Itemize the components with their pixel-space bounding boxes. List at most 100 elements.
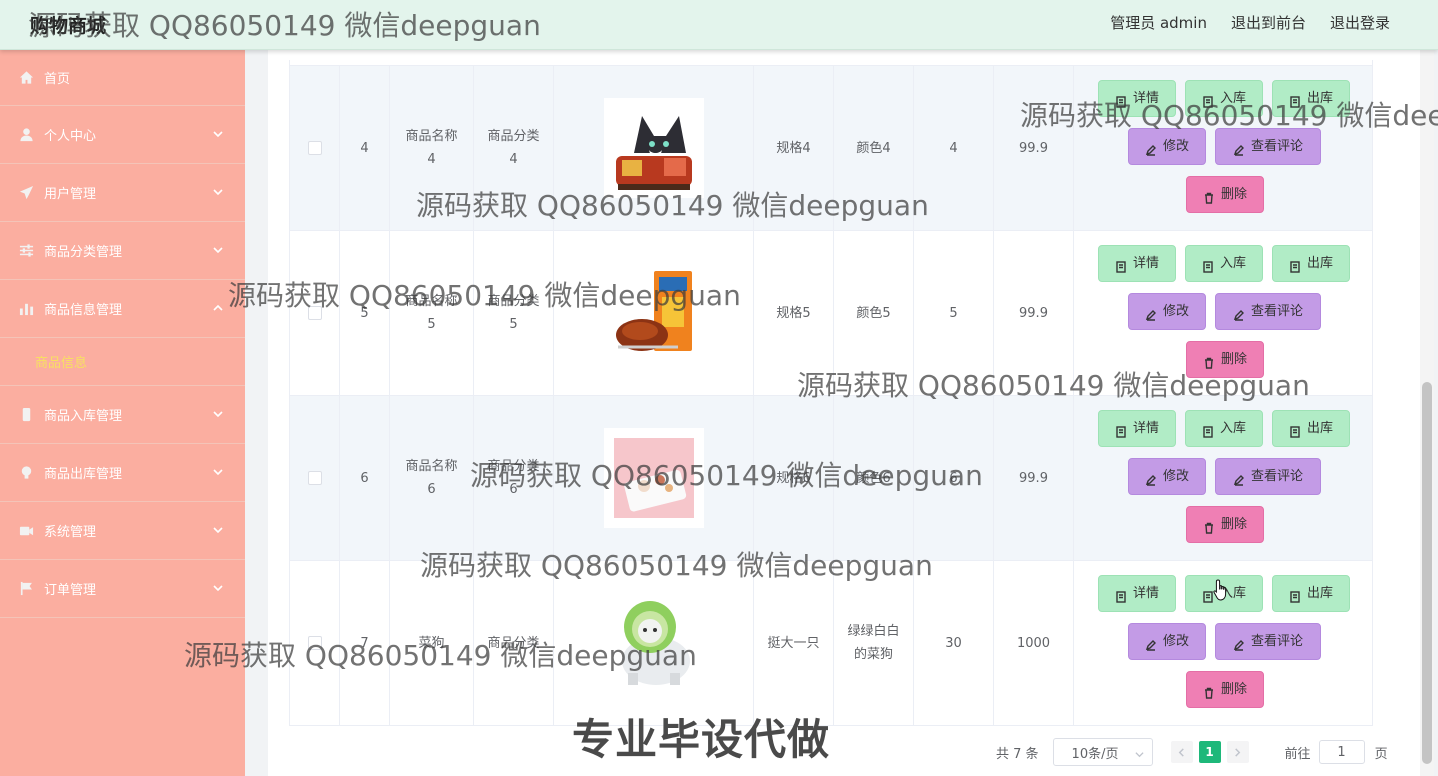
top-nav: 管理员 admin 退出到前台 退出登录 [1110, 12, 1390, 33]
sidebar-item-label: 商品出库管理 [44, 467, 123, 482]
sidebar-item-product-info-management[interactable]: 商品信息管理 [0, 280, 245, 338]
sidebar-item-stock-in-management[interactable]: 商品入库管理 [0, 386, 245, 444]
pencil-icon [1145, 306, 1157, 321]
delete-button[interactable]: 删除 [1186, 176, 1264, 213]
document-icon [1115, 258, 1127, 273]
product-price: 99.9 [994, 396, 1074, 560]
product-stock: 30 [914, 561, 994, 725]
table-row: 4 商品名称4 商品分类4 规格4 颜色4 4 99.9 详情 入库 出库 修改… [290, 66, 1372, 231]
user-icon [18, 127, 34, 143]
document-icon [1115, 93, 1127, 108]
stock-out-button[interactable]: 出库 [1272, 245, 1350, 282]
delete-button[interactable]: 删除 [1186, 506, 1264, 543]
pencil-icon [1233, 471, 1245, 486]
edit-button[interactable]: 修改 [1128, 293, 1206, 330]
product-name: 商品名称4 [390, 66, 474, 230]
edit-button[interactable]: 修改 [1128, 623, 1206, 660]
row-index: 7 [340, 561, 390, 725]
edit-button[interactable]: 修改 [1128, 458, 1206, 495]
product-stock: 4 [914, 66, 994, 230]
page-suffix: 页 [1374, 746, 1388, 762]
sidebar-item-system-management[interactable]: 系统管理 [0, 502, 245, 560]
next-page-button[interactable] [1226, 741, 1249, 763]
stock-in-button[interactable]: 入库 [1185, 80, 1263, 117]
document-icon [1289, 258, 1301, 273]
scrollbar-thumb[interactable] [1422, 382, 1432, 764]
vertical-scrollbar[interactable] [1420, 50, 1434, 776]
camera-icon [18, 523, 34, 539]
product-color: 颜色4 [834, 66, 914, 230]
logout-link[interactable]: 退出登录 [1330, 12, 1390, 33]
watermark-banner: 专业毕设代做 [572, 715, 831, 764]
pencil-icon [1233, 141, 1245, 156]
stock-out-button[interactable]: 出库 [1272, 80, 1350, 117]
bulb-icon [18, 465, 34, 481]
sidebar-item-personal-center[interactable]: 个人中心 [0, 106, 245, 164]
pencil-icon [1233, 306, 1245, 321]
stock-in-button[interactable]: 入库 [1185, 410, 1263, 447]
trash-icon [1203, 519, 1215, 534]
goto-label: 前往 [1284, 746, 1311, 762]
row-checkbox[interactable] [307, 306, 322, 320]
product-spec: 挺大一只 [754, 561, 834, 725]
page-size-select[interactable]: 10条/页 [1052, 738, 1153, 766]
admin-user-label: 管理员 admin [1110, 14, 1207, 32]
document-icon [1289, 93, 1301, 108]
pagination-total: 共 7 条 [996, 746, 1039, 762]
phone-icon [18, 407, 34, 423]
product-image [603, 263, 704, 363]
flag-icon [18, 581, 34, 597]
sliders-icon [18, 243, 34, 259]
detail-button[interactable]: 详情 [1098, 575, 1176, 612]
delete-button[interactable]: 删除 [1186, 341, 1264, 378]
row-checkbox[interactable] [307, 471, 322, 485]
sidebar-item-label: 系统管理 [44, 525, 97, 540]
row-checkbox[interactable] [307, 636, 322, 650]
sidebar-item-order-management[interactable]: 订单管理 [0, 560, 245, 618]
view-comments-button[interactable]: 查看评论 [1215, 458, 1321, 495]
stock-out-button[interactable]: 出库 [1272, 410, 1350, 447]
stock-out-button[interactable]: 出库 [1272, 575, 1350, 612]
document-icon [1115, 588, 1127, 603]
document-icon [1202, 93, 1214, 108]
detail-button[interactable]: 详情 [1098, 245, 1176, 282]
chevron-down-icon [213, 128, 223, 138]
bar-chart-icon [18, 301, 34, 317]
product-color: 绿绿白白的菜狗 [834, 561, 914, 725]
sidebar-item-category-management[interactable]: 商品分类管理 [0, 222, 245, 280]
edit-button[interactable]: 修改 [1128, 128, 1206, 165]
row-index: 6 [340, 396, 390, 560]
sidebar-item-label: 商品信息管理 [44, 303, 123, 318]
view-comments-button[interactable]: 查看评论 [1215, 623, 1321, 660]
trash-icon [1203, 354, 1215, 369]
page-number-active[interactable]: 1 [1198, 741, 1221, 763]
detail-button[interactable]: 详情 [1098, 410, 1176, 447]
sidebar-item-stock-out-management[interactable]: 商品出库管理 [0, 444, 245, 502]
view-comments-button[interactable]: 查看评论 [1215, 293, 1321, 330]
chevron-down-icon [213, 244, 223, 254]
goto-page-input[interactable]: 1 [1318, 740, 1365, 764]
product-spec: 规格5 [754, 231, 834, 395]
top-header: 购物商城 管理员 admin 退出到前台 退出登录 [0, 0, 1438, 50]
table-row: 5 商品名称5 商品分类5 规格5 颜色5 5 99.9 详情 入库 出库 修改… [290, 231, 1372, 396]
sidebar-item-user-management[interactable]: 用户管理 [0, 164, 245, 222]
product-spec: 规格6 [754, 396, 834, 560]
chevron-down-icon [213, 524, 223, 534]
product-table: 4 商品名称4 商品分类4 规格4 颜色4 4 99.9 详情 入库 出库 修改… [289, 60, 1373, 726]
view-comments-button[interactable]: 查看评论 [1215, 128, 1321, 165]
document-icon [1289, 423, 1301, 438]
product-color: 颜色5 [834, 231, 914, 395]
sidebar-item-label: 商品分类管理 [44, 245, 123, 260]
delete-button[interactable]: 删除 [1186, 671, 1264, 708]
row-index: 4 [340, 66, 390, 230]
product-image [603, 428, 704, 528]
main-content: 4 商品名称4 商品分类4 规格4 颜色4 4 99.9 详情 入库 出库 修改… [268, 50, 1420, 776]
sidebar-subitem-product-info[interactable]: 商品信息 [0, 338, 245, 386]
pagination: 共 7 条 10条/页 1 前往 1 页 [996, 738, 1388, 766]
stock-in-button[interactable]: 入库 [1185, 245, 1263, 282]
exit-to-front-link[interactable]: 退出到前台 [1231, 12, 1306, 33]
detail-button[interactable]: 详情 [1098, 80, 1176, 117]
row-checkbox[interactable] [307, 141, 322, 155]
prev-page-button[interactable] [1170, 741, 1193, 763]
sidebar-item-home[interactable]: 首页 [0, 50, 245, 106]
